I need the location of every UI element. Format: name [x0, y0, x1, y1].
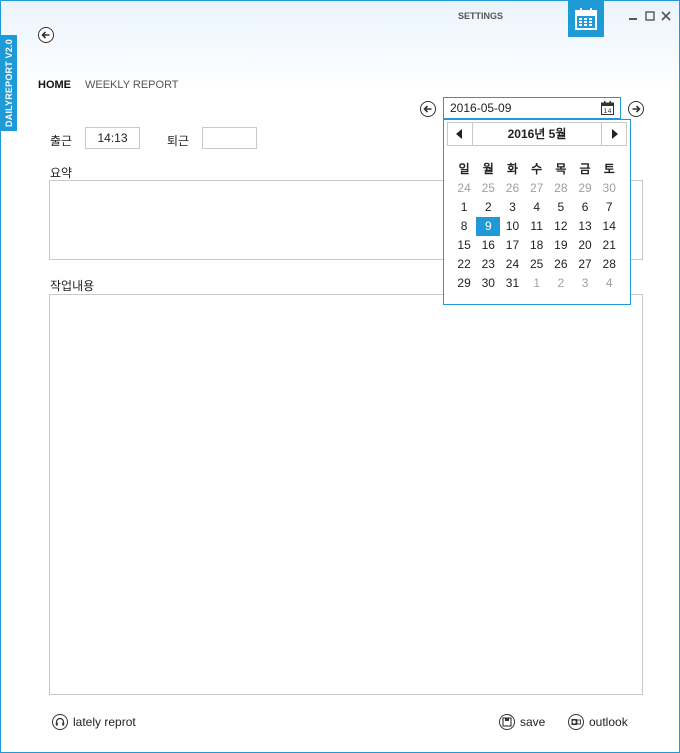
calendar-weekday: 일 — [458, 162, 470, 176]
calendar-icon[interactable] — [568, 1, 604, 37]
calendar-header: 2016년 5월 — [447, 122, 627, 146]
calendar-weekday: 수 — [531, 162, 543, 176]
calendar-weekday: 화 — [506, 162, 518, 176]
calendar-day[interactable]: 30 — [476, 274, 500, 293]
check-in-label: 출근 — [50, 134, 73, 148]
calendar-day[interactable]: 28 — [597, 255, 621, 274]
calendar-day[interactable]: 3 — [573, 274, 597, 293]
app-side-label: DAILYREPORT V2.0 — [1, 35, 17, 131]
calendar-day[interactable]: 5 — [549, 198, 573, 217]
calendar-day[interactable]: 19 — [549, 236, 573, 255]
svg-text:14: 14 — [603, 107, 611, 115]
calendar-day[interactable]: 14 — [597, 217, 621, 236]
calendar-day[interactable]: 26 — [549, 255, 573, 274]
calendar-day[interactable]: 2 — [549, 274, 573, 293]
left-arrow-icon[interactable] — [420, 101, 436, 117]
summary-label: 요약 — [50, 166, 73, 180]
calendar-day[interactable]: 4 — [525, 198, 549, 217]
calendar-day[interactable]: 24 — [500, 255, 524, 274]
outlook-label: outlook — [589, 715, 628, 729]
calendar-day[interactable]: 7 — [597, 198, 621, 217]
date-value: 2016-05-09 — [450, 101, 512, 115]
calendar-next-month-button[interactable] — [601, 123, 626, 145]
calendar-day[interactable]: 24 — [452, 179, 476, 198]
save-icon — [499, 714, 515, 730]
nav-weekly-report[interactable]: WEEKLY REPORT — [85, 79, 179, 91]
calendar-day[interactable]: 16 — [476, 236, 500, 255]
calendar-day[interactable]: 12 — [549, 217, 573, 236]
calendar-weekday: 토 — [603, 162, 615, 176]
calendar-day[interactable]: 28 — [549, 179, 573, 198]
calendar-day[interactable]: 13 — [573, 217, 597, 236]
calendar-day[interactable]: 18 — [525, 236, 549, 255]
outlook-button[interactable]: outlook — [568, 713, 628, 731]
right-arrow-icon[interactable] — [628, 101, 644, 117]
calendar-day[interactable]: 31 — [500, 274, 524, 293]
calendar-day[interactable]: 23 — [476, 255, 500, 274]
lately-report-label: lately reprot — [73, 715, 136, 729]
close-button[interactable] — [661, 11, 671, 23]
calendar-day[interactable]: 3 — [500, 198, 524, 217]
calendar-day[interactable]: 11 — [525, 217, 549, 236]
calendar-day[interactable]: 25 — [476, 179, 500, 198]
calendar-day[interactable]: 27 — [573, 255, 597, 274]
maximize-button[interactable] — [645, 11, 655, 23]
calendar-day[interactable]: 15 — [452, 236, 476, 255]
calendar-month-title[interactable]: 2016년 5월 — [472, 123, 602, 145]
calendar-day[interactable]: 29 — [573, 179, 597, 198]
calendar-day[interactable]: 27 — [525, 179, 549, 198]
calendar-day[interactable]: 2 — [476, 198, 500, 217]
date-picker-icon[interactable]: 14 — [601, 101, 614, 121]
calendar-dropdown: 2016년 5월 일 월 화 수 목 금 토 24 25 26 27 28 29 30 1 2 3 4 5 6 7 8 9 1… — [443, 119, 631, 305]
calendar-day[interactable]: 10 — [500, 217, 524, 236]
work-content-textarea[interactable] — [49, 294, 643, 695]
calendar-day[interactable]: 26 — [500, 179, 524, 198]
app-window: DAILYREPORT V2.0 SETTINGS HOME WEEKLY RE… — [0, 0, 680, 753]
outlook-icon — [568, 714, 584, 730]
calendar-weekday: 금 — [579, 162, 591, 176]
save-label: save — [520, 715, 546, 729]
nav-home[interactable]: HOME — [38, 79, 71, 91]
check-in-field[interactable]: 14:13 — [85, 127, 140, 149]
calendar-day[interactable]: 4 — [597, 274, 621, 293]
save-button[interactable]: save — [499, 713, 545, 731]
calendar-day[interactable]: 29 — [452, 274, 476, 293]
check-out-label: 퇴근 — [167, 134, 190, 148]
calendar-day[interactable]: 1 — [525, 274, 549, 293]
calendar-day[interactable]: 21 — [597, 236, 621, 255]
calendar-day[interactable]: 30 — [597, 179, 621, 198]
headphones-icon — [52, 714, 68, 730]
check-out-field[interactable] — [202, 127, 257, 149]
work-content-label: 작업내용 — [50, 279, 95, 293]
calendar-weekday: 월 — [482, 162, 494, 176]
calendar-day[interactable]: 6 — [573, 198, 597, 217]
calendar-grid: 일 월 화 수 목 금 토 24 25 26 27 28 29 30 1 2 3 4 5 6 7 8 9 10 11 12 13 14… — [452, 160, 628, 293]
lately-report-button[interactable]: lately reprot — [52, 713, 136, 731]
settings-link[interactable]: SETTINGS — [458, 11, 503, 21]
calendar-day[interactable]: 20 — [573, 236, 597, 255]
calendar-prev-month-button[interactable] — [448, 123, 473, 145]
calendar-day[interactable]: 25 — [525, 255, 549, 274]
calendar-day[interactable]: 9 — [476, 217, 501, 236]
calendar-day[interactable]: 22 — [452, 255, 476, 274]
calendar-day[interactable]: 1 — [452, 198, 476, 217]
back-arrow-icon[interactable] — [38, 27, 54, 43]
calendar-day[interactable]: 17 — [500, 236, 524, 255]
calendar-day[interactable]: 8 — [452, 217, 476, 236]
calendar-weekday: 목 — [555, 162, 567, 176]
minimize-button[interactable] — [628, 11, 638, 23]
date-picker[interactable]: 2016-05-09 14 — [443, 97, 621, 119]
